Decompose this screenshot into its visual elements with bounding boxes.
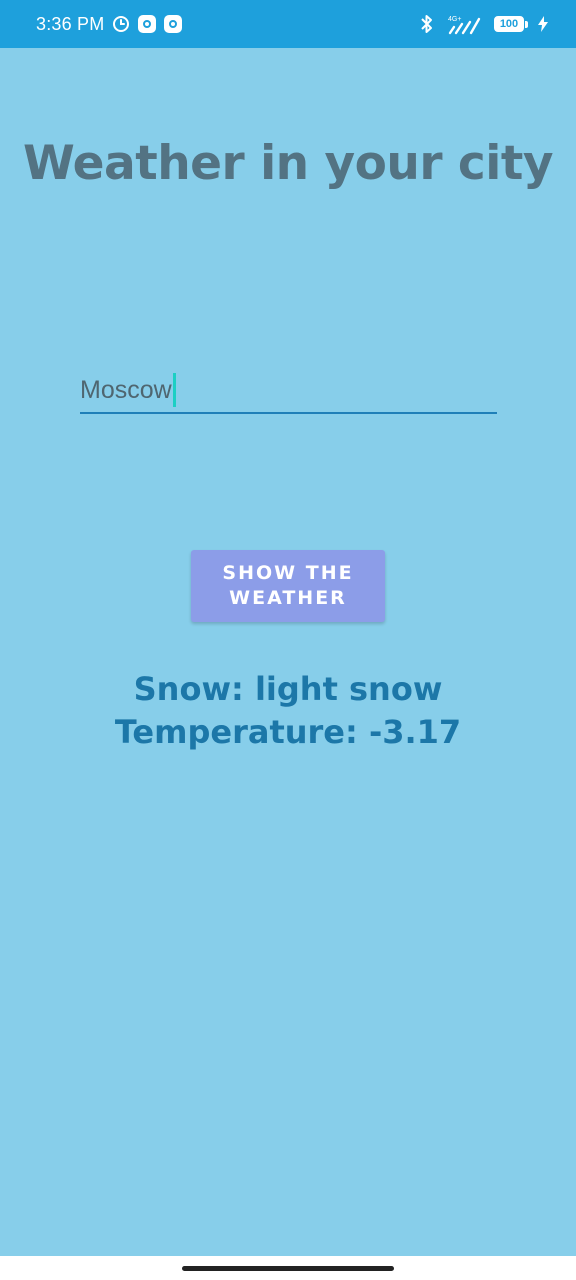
app-notification-icon <box>164 15 183 33</box>
alarm-icon <box>112 15 130 33</box>
signal-icon: 4G+ <box>444 13 484 35</box>
status-right: 4G+ 100 <box>420 13 548 35</box>
page-title: Weather in your city <box>22 136 554 191</box>
battery-level: 100 <box>494 16 524 32</box>
app-notification-icon <box>138 15 157 33</box>
weather-condition: Snow: light snow <box>133 670 443 708</box>
charging-icon <box>538 16 548 32</box>
text-cursor <box>172 373 176 407</box>
status-left: 3:36 PM <box>36 13 183 35</box>
weather-result: Snow: light snow Temperature: -3.17 <box>0 668 576 754</box>
city-input-value[interactable]: Moscow <box>80 376 172 405</box>
battery-icon: 100 <box>494 16 528 32</box>
city-input[interactable]: Moscow <box>80 368 497 414</box>
network-type: 4G+ <box>448 16 461 23</box>
status-time: 3:36 PM <box>36 13 105 34</box>
home-gesture-handle[interactable] <box>182 1266 394 1271</box>
bluetooth-icon <box>420 14 434 34</box>
navigation-bar <box>0 1256 576 1280</box>
battery-tip <box>525 20 528 28</box>
show-weather-button[interactable]: SHOW THE WEATHER <box>191 550 385 622</box>
weather-temperature: Temperature: -3.17 <box>114 713 462 751</box>
status-bar: 3:36 PM 4G+ 100 <box>0 0 576 48</box>
